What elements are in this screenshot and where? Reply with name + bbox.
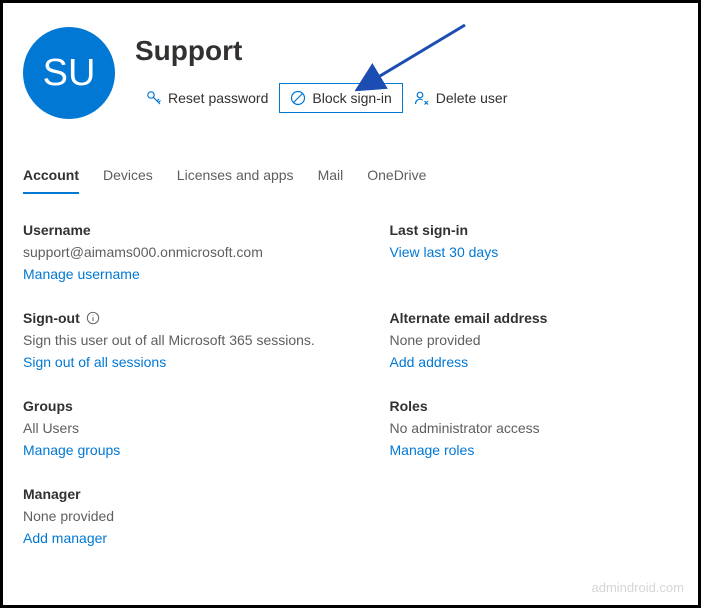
groups-value: All Users <box>23 420 346 436</box>
tab-devices[interactable]: Devices <box>103 159 153 193</box>
manage-groups-link[interactable]: Manage groups <box>23 442 120 458</box>
section-label: Alternate email address <box>390 310 679 326</box>
add-address-link[interactable]: Add address <box>390 354 469 370</box>
manage-roles-link[interactable]: Manage roles <box>390 442 475 458</box>
section-roles: Roles No administrator access Manage rol… <box>356 398 679 460</box>
watermark: admindroid.com <box>592 580 685 595</box>
alt-email-value: None provided <box>390 332 679 348</box>
section-label: Groups <box>23 398 346 414</box>
roles-value: No administrator access <box>390 420 679 436</box>
username-value: support@aimams000.onmicrosoft.com <box>23 244 346 260</box>
section-groups: Groups All Users Manage groups <box>23 398 346 460</box>
add-manager-link[interactable]: Add manager <box>23 530 107 546</box>
block-icon <box>290 90 306 106</box>
info-icon[interactable] <box>86 311 100 325</box>
section-username: Username support@aimams000.onmicrosoft.c… <box>23 222 346 284</box>
section-alt-email: Alternate email address None provided Ad… <box>356 310 679 372</box>
section-manager: Manager None provided Add manager <box>23 486 346 548</box>
tab-account[interactable]: Account <box>23 159 79 193</box>
block-signin-button[interactable]: Block sign-in <box>279 83 402 113</box>
section-label: Last sign-in <box>390 222 679 238</box>
tabs: Account Devices Licenses and apps Mail O… <box>23 159 678 194</box>
avatar: SU <box>23 27 115 119</box>
view-last-30-days-link[interactable]: View last 30 days <box>390 244 499 260</box>
action-label: Block sign-in <box>312 90 391 106</box>
signout-value: Sign this user out of all Microsoft 365 … <box>23 332 346 348</box>
page-title: Support <box>135 35 518 67</box>
section-label: Roles <box>390 398 679 414</box>
tab-onedrive[interactable]: OneDrive <box>367 159 426 193</box>
user-delete-icon <box>414 90 430 106</box>
reset-password-button[interactable]: Reset password <box>135 83 279 113</box>
tab-mail[interactable]: Mail <box>318 159 344 193</box>
signout-all-link[interactable]: Sign out of all sessions <box>23 354 166 370</box>
avatar-initials: SU <box>43 52 96 95</box>
section-label: Sign-out <box>23 310 346 326</box>
section-label: Username <box>23 222 346 238</box>
delete-user-button[interactable]: Delete user <box>403 83 519 113</box>
manage-username-link[interactable]: Manage username <box>23 266 140 282</box>
action-label: Reset password <box>168 90 268 106</box>
section-last-signin: Last sign-in View last 30 days <box>356 222 679 284</box>
section-signout: Sign-out Sign this user out of all Micro… <box>23 310 346 372</box>
manager-value: None provided <box>23 508 346 524</box>
key-icon <box>146 90 162 106</box>
section-label: Manager <box>23 486 346 502</box>
action-label: Delete user <box>436 90 508 106</box>
tab-licenses[interactable]: Licenses and apps <box>177 159 294 193</box>
